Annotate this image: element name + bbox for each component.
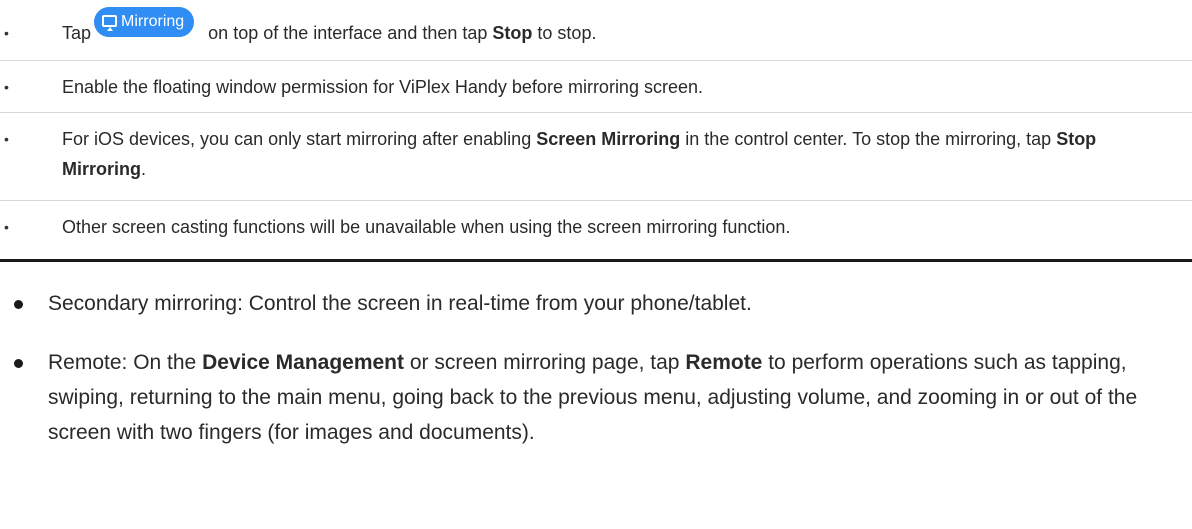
main-text: Remote: On the Device Management or scre… xyxy=(48,345,1178,450)
mirroring-button-label: Mirroring xyxy=(121,13,185,31)
note-text: For iOS devices, you can only start mirr… xyxy=(62,124,1182,184)
screen-mirror-icon xyxy=(102,15,118,32)
device-management-label: Device Management xyxy=(202,351,405,374)
section-divider xyxy=(0,259,1192,262)
separator xyxy=(0,112,1192,113)
bullet-icon: • xyxy=(4,131,9,147)
note-text-part2: in the control center. To stop the mirro… xyxy=(685,129,1052,149)
mirroring-button[interactable]: Mirroring xyxy=(94,7,195,38)
bullet-dot-icon xyxy=(14,300,23,309)
bullet-icon: • xyxy=(4,25,9,41)
note-text-tap: Tap xyxy=(62,23,92,43)
note-text: Other screen casting functions will be u… xyxy=(62,217,791,237)
stop-label: Stop xyxy=(492,23,533,43)
screen-mirroring-label: Screen Mirroring xyxy=(536,129,681,149)
note-text: Enable the floating window permission fo… xyxy=(62,77,703,97)
separator xyxy=(0,200,1192,201)
separator xyxy=(0,60,1192,61)
bullet-icon: • xyxy=(4,79,9,95)
remote-label: Remote xyxy=(685,351,763,374)
note-text-end: to stop. xyxy=(537,23,597,43)
note-text-part1: For iOS devices, you can only start mirr… xyxy=(62,129,532,149)
bullet-dot-icon xyxy=(14,359,23,368)
main-text-part2: or screen mirroring page, tap xyxy=(409,351,680,374)
note-text: Tap Mirroring on top of the interface and… xyxy=(62,7,1182,49)
main-text: Secondary mirroring: Control the screen … xyxy=(48,292,752,315)
main-text-part1: Remote: On the xyxy=(48,351,197,374)
note-text-rest: on top of the interface and then tap xyxy=(208,23,488,43)
bullet-icon: • xyxy=(4,219,9,235)
note-text-part3: . xyxy=(141,159,147,179)
